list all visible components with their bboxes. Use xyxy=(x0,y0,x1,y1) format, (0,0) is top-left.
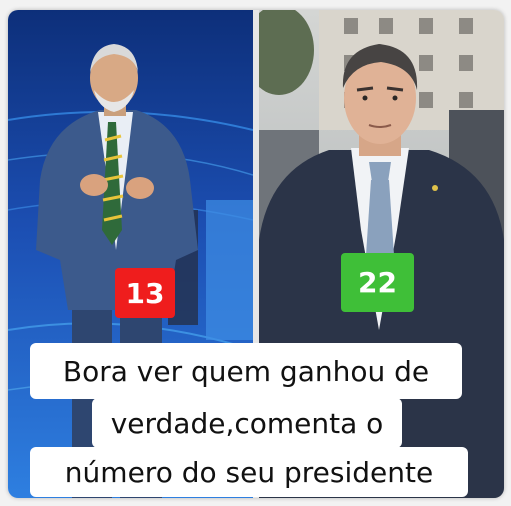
candidate-number-badge-22: 22 xyxy=(341,253,414,312)
left-candidate-photo xyxy=(8,10,253,498)
left-stage-scene xyxy=(8,10,253,498)
candidate-number-badge-13: 13 xyxy=(115,268,175,318)
post-image: 13 22 Bora ver quem ganhou de verdade,co… xyxy=(8,10,504,498)
